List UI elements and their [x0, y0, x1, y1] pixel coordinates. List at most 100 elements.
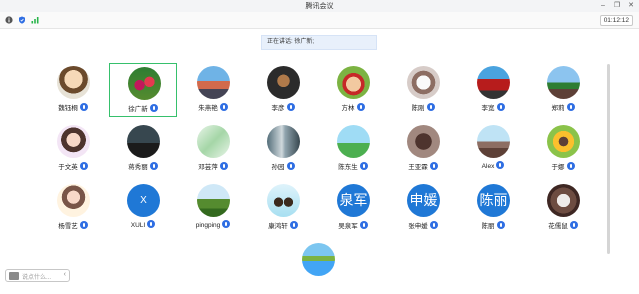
participant-caption: Alex: [459, 161, 527, 170]
avatar: [547, 125, 580, 158]
participant-caption: 邓芸萍: [179, 161, 247, 171]
participant-name: 徐广新: [128, 106, 148, 113]
mic-icon: [496, 103, 505, 111]
chat-placeholder: 说点什么...: [22, 275, 52, 281]
mic-icon: [426, 103, 435, 111]
participant-name: Alex: [481, 163, 495, 170]
chat-input[interactable]: 说点什么... ‹: [5, 269, 70, 282]
participant-tile[interactable]: 魏钰桐: [39, 63, 107, 117]
participant-tile[interactable]: pingping: [179, 181, 247, 235]
avatar: [57, 184, 90, 217]
participant-tile[interactable]: Alex: [459, 122, 527, 176]
participant-tile[interactable]: 于文英: [39, 122, 107, 176]
participant-tile[interactable]: 李彦: [249, 63, 317, 117]
participant-name: 吴泉军: [338, 223, 358, 230]
avatar: [197, 66, 230, 99]
participant-name: XULI: [130, 222, 146, 229]
restore-icon[interactable]: ❐: [610, 0, 624, 12]
participant-tile[interactable]: 花儒鼠: [529, 181, 597, 235]
mic-icon: [222, 220, 231, 228]
participant-tile[interactable]: 王亚霖: [389, 122, 457, 176]
participant-name: 康鸿轩: [268, 223, 288, 230]
participant-tile[interactable]: 朱燕艳: [179, 63, 247, 117]
mic-icon: [79, 162, 88, 170]
participant-caption: 张申媛: [389, 220, 457, 230]
participant-tile[interactable]: 陈丽 陈丽: [459, 181, 527, 235]
mic-icon: [149, 162, 158, 170]
mic-icon: [359, 162, 368, 170]
close-icon[interactable]: ✕: [624, 0, 638, 12]
avatar: [197, 125, 230, 158]
participant-tile[interactable]: 李宽: [459, 63, 527, 117]
minimize-icon[interactable]: –: [596, 0, 610, 12]
avatar: [547, 66, 580, 99]
participant-name: 于娜: [551, 164, 565, 171]
participant-name: 于文英: [58, 164, 78, 171]
avatar: [128, 67, 161, 100]
avatar: [267, 66, 300, 99]
mic-icon: [429, 221, 438, 229]
participant-tile[interactable]: 邓芸萍: [179, 122, 247, 176]
participant-caption: 方林: [319, 102, 387, 112]
participant-tile[interactable]: 杨雪艺: [39, 181, 107, 235]
participant-caption: XULI: [109, 220, 177, 229]
mic-icon: [496, 161, 505, 169]
participant-caption: 孙园: [249, 161, 317, 171]
participant-caption: 王亚霖: [389, 161, 457, 171]
chevron-left-icon[interactable]: ‹: [64, 271, 66, 278]
shield-icon[interactable]: [18, 16, 26, 24]
top-toolbar: 01:12:12: [0, 12, 639, 29]
participant-caption: pingping: [179, 220, 247, 229]
participant-caption: 于文英: [39, 161, 107, 171]
mic-icon: [147, 220, 156, 228]
participant-tile[interactable]: 陈东生: [319, 122, 387, 176]
signal-icon[interactable]: [31, 16, 39, 24]
mic-icon: [566, 162, 575, 170]
participant-name: 魏钰桐: [58, 105, 78, 112]
avatar: X: [127, 184, 160, 217]
participant-name: 邓芸萍: [198, 164, 218, 171]
avatar: [57, 125, 90, 158]
info-icon[interactable]: [5, 16, 13, 24]
participant-caption: 魏钰桐: [39, 102, 107, 112]
participant-tile[interactable]: [284, 240, 352, 294]
avatar: [477, 125, 510, 158]
participant-caption: 蒋秀丽: [109, 161, 177, 171]
participant-name: 杨雪艺: [58, 223, 78, 230]
participant-caption: 陈丽: [459, 220, 527, 230]
participant-name: 郑莉: [551, 105, 565, 112]
avatar: [477, 66, 510, 99]
participant-name: 李彦: [271, 105, 285, 112]
mic-icon: [569, 221, 578, 229]
participant-caption: 徐广新: [110, 103, 176, 113]
participant-caption: 陈刚: [389, 102, 457, 112]
participant-caption: 李宽: [459, 102, 527, 112]
participant-caption: 郑莉: [529, 102, 597, 112]
participant-tile[interactable]: 申媛 张申媛: [389, 181, 457, 235]
avatar: [337, 66, 370, 99]
mic-icon: [219, 103, 228, 111]
participant-name: 方林: [341, 105, 355, 112]
participant-tile[interactable]: 于娜: [529, 122, 597, 176]
mic-icon: [496, 221, 505, 229]
participant-tile[interactable]: 徐广新: [109, 63, 177, 117]
mic-icon: [356, 103, 365, 111]
participant-tile[interactable]: 康鸿轩: [249, 181, 317, 235]
avatar: [337, 125, 370, 158]
participant-name: pingping: [195, 222, 221, 229]
scrollbar[interactable]: [607, 64, 610, 254]
participant-name: 花儒鼠: [548, 223, 568, 230]
participant-tile[interactable]: 泉军 吴泉军: [319, 181, 387, 235]
participant-tile[interactable]: X XULI: [109, 181, 177, 235]
participant-tile[interactable]: 孙园: [249, 122, 317, 176]
participant-tile[interactable]: 方林: [319, 63, 387, 117]
mic-icon: [79, 221, 88, 229]
participant-tile[interactable]: 蒋秀丽: [109, 122, 177, 176]
participant-name: 孙园: [271, 164, 285, 171]
participant-caption: 朱燕艳: [179, 102, 247, 112]
avatar: [407, 125, 440, 158]
participant-tile[interactable]: 陈刚: [389, 63, 457, 117]
participant-caption: 于娜: [529, 161, 597, 171]
speaking-indicator: 正在讲话: 徐广新;: [261, 35, 377, 50]
participant-tile[interactable]: 郑莉: [529, 63, 597, 117]
